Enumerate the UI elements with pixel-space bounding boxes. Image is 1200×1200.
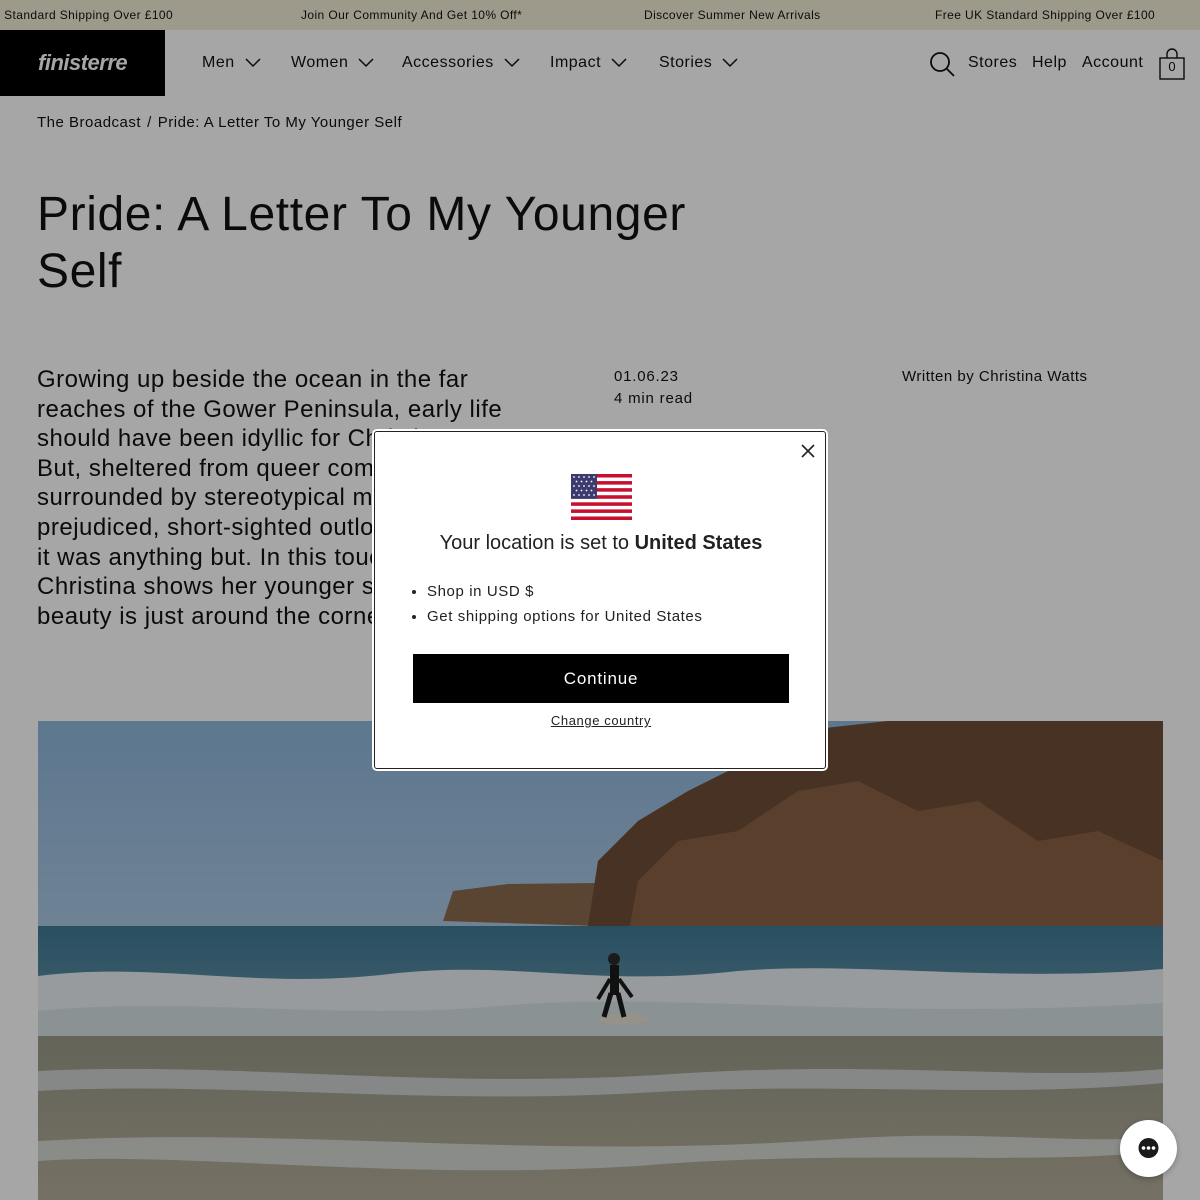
- chat-button[interactable]: [1120, 1120, 1177, 1177]
- continue-button[interactable]: Continue: [413, 654, 789, 703]
- location-prefix: Your location is set to: [439, 532, 629, 554]
- location-benefits: Shop in USD $ Get shipping options for U…: [427, 582, 702, 632]
- us-flag-icon: [571, 474, 632, 520]
- location-country: United States: [634, 532, 763, 554]
- list-item: Get shipping options for United States: [427, 607, 702, 632]
- location-message: Your location is set to United States: [375, 532, 827, 555]
- location-modal: Your location is set to United States Sh…: [374, 431, 826, 769]
- list-item: Shop in USD $: [427, 582, 702, 607]
- close-icon[interactable]: [799, 442, 817, 460]
- change-country-link[interactable]: Change country: [375, 713, 827, 728]
- chat-icon: [1138, 1138, 1159, 1158]
